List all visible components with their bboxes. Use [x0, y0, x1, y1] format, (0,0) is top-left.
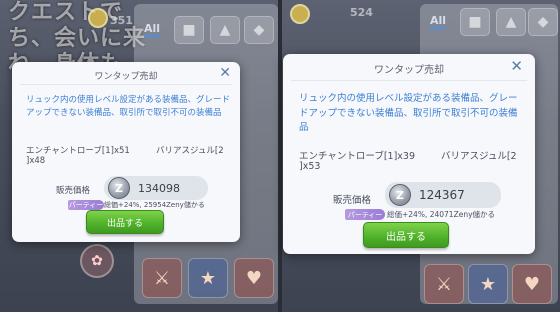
tab-all[interactable]: All	[144, 22, 161, 37]
title-divider	[20, 84, 232, 85]
inventory-item-icon[interactable]: ⚔	[142, 258, 182, 298]
one-tap-sell-dialog: ワンタップ売却 ✕ リュック内の使用レベル設定がある装備品、グレードアップできな…	[12, 62, 240, 242]
sell-criteria-description: リュック内の使用レベル設定がある装備品、グレードアップできない装備品、取引所で取…	[26, 95, 231, 119]
resource-counter: 524	[350, 6, 373, 19]
emote-icon	[290, 4, 310, 24]
title-divider	[291, 80, 527, 81]
sell-item-2-count: ]x48	[26, 156, 46, 166]
sell-item-2: バリアスジュル[2	[156, 146, 224, 156]
zeny-coin-icon: Z	[389, 184, 411, 206]
armor-icon[interactable]: ■	[174, 16, 204, 44]
price-label: 販売価格	[56, 186, 91, 196]
party-bonus-text: 総価+24%, 25954Zeny儲かる	[104, 201, 205, 209]
sell-item-1: エンチャントローブ[1]x39	[299, 151, 416, 162]
inventory-item-icon[interactable]: ♥	[512, 264, 552, 304]
card-icon[interactable]: ◆	[528, 8, 558, 36]
inventory-item-icon[interactable]: ★	[468, 264, 508, 304]
one-tap-sell-dialog: ワンタップ売却 ✕ リュック内の使用レベル設定がある装備品、グレードアップできな…	[283, 54, 535, 254]
skill-icon[interactable]: ✿	[80, 244, 114, 278]
sell-criteria-description: リュック内の使用レベル設定がある装備品、グレードアップできない装備品、取引所で取…	[299, 93, 518, 134]
screenshot-divider	[278, 0, 282, 312]
sell-item-1: エンチャントローブ[1]x51	[26, 146, 130, 156]
price-display: Z 134098	[104, 176, 208, 200]
close-icon[interactable]: ✕	[510, 57, 523, 75]
zeny-coin-icon: Z	[108, 177, 130, 199]
party-badge: パーティー	[68, 200, 104, 210]
inventory-item-icon[interactable]: ♥	[234, 258, 274, 298]
sell-item-2: バリアスジュル[2	[441, 151, 517, 162]
caption-line: ち、会いに来	[8, 26, 147, 51]
party-bonus-text: 総価+24%, 24071Zeny儲かる	[387, 210, 496, 219]
emote-icon	[88, 8, 108, 28]
sell-item-2-count: ]x53	[299, 161, 321, 172]
price-display: Z 124367	[385, 182, 501, 208]
price-value: 134098	[138, 181, 180, 195]
price-label: 販売価格	[333, 195, 372, 206]
sell-button[interactable]: 出品する	[363, 222, 449, 248]
resource-counter: 351	[110, 14, 133, 27]
shirt-icon[interactable]: ▲	[496, 8, 526, 36]
sell-button[interactable]: 出品する	[86, 210, 164, 234]
dialog-title: ワンタップ売却	[374, 65, 444, 76]
armor-icon[interactable]: ■	[460, 8, 490, 36]
shirt-icon[interactable]: ▲	[210, 16, 240, 44]
dialog-title: ワンタップ売却	[94, 72, 158, 82]
tab-all[interactable]: All	[430, 14, 447, 29]
close-icon[interactable]: ✕	[219, 65, 231, 81]
card-icon[interactable]: ◆	[244, 16, 274, 44]
party-badge: パーティー	[345, 209, 385, 220]
inventory-item-icon[interactable]: ★	[188, 258, 228, 298]
price-value: 124367	[419, 188, 465, 202]
inventory-item-icon[interactable]: ⚔	[424, 264, 464, 304]
